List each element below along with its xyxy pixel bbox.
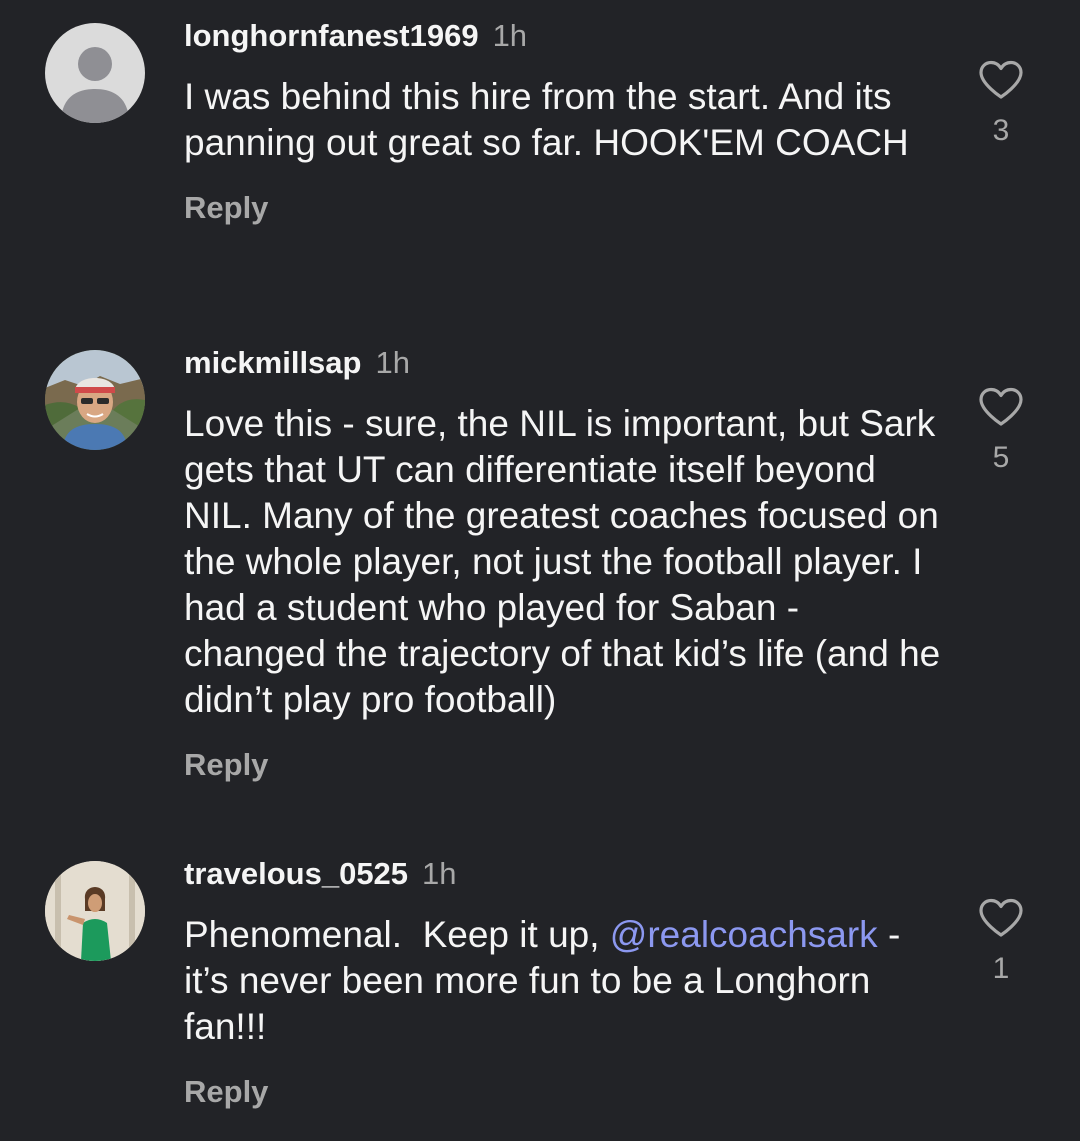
like-count: 1 (992, 952, 1010, 985)
comment-username[interactable]: travelous_0525 (184, 856, 408, 891)
comment-body: travelous_0525 1h Phenomenal. Keep it up,… (184, 854, 944, 1110)
mention-link[interactable]: @realcoachsark (610, 914, 878, 955)
heart-icon (979, 387, 1023, 426)
comment-text-start: Phenomenal. Keep it up, (184, 914, 610, 955)
comment-time: 1h (375, 345, 410, 380)
comment-body: longhornfanest1969 1h I was behind this h… (184, 16, 944, 226)
comment-time: 1h (422, 856, 457, 891)
comment-text: Love this - sure, the NIL is important, … (184, 403, 951, 720)
user-photo (45, 861, 145, 961)
reply-button[interactable]: Reply (184, 747, 268, 783)
comment-meta: travelous_0525 1h (184, 854, 944, 894)
heart-icon (979, 898, 1023, 937)
avatar[interactable] (45, 350, 145, 450)
comment-username[interactable]: mickmillsap (184, 345, 361, 380)
comment-text: Phenomenal. Keep it up, @realcoachsark -… (184, 912, 944, 1050)
reply-button[interactable]: Reply (184, 1074, 268, 1110)
user-photo (45, 350, 145, 450)
like-button[interactable]: 3 (972, 60, 1030, 148)
comment-text: I was behind this hire from the start. A… (184, 76, 909, 163)
like-count: 5 (992, 441, 1010, 474)
heart-icon (979, 60, 1023, 99)
avatar[interactable] (45, 861, 145, 961)
default-avatar-icon (45, 23, 145, 123)
comment-body: mickmillsap 1h Love this - sure, the NIL … (184, 343, 944, 783)
like-count: 3 (992, 114, 1010, 147)
like-button[interactable]: 1 (972, 898, 1030, 986)
comment-meta: mickmillsap 1h (184, 343, 944, 383)
comment-time: 1h (492, 18, 528, 53)
comment-username[interactable]: longhornfanest1969 (184, 18, 479, 53)
like-button[interactable]: 5 (972, 387, 1030, 475)
reply-button[interactable]: Reply (184, 190, 268, 226)
comment-meta: longhornfanest1969 1h (184, 16, 944, 56)
avatar[interactable] (45, 23, 145, 123)
